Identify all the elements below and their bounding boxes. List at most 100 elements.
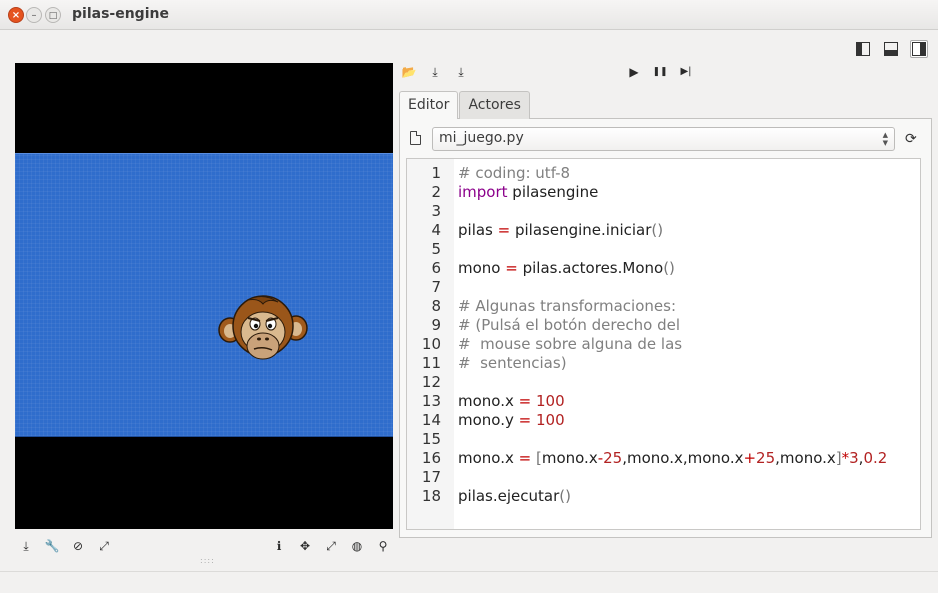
code-line[interactable]: 1 # coding: utf-8	[407, 164, 920, 183]
code-line[interactable]: 11 # sentencias)	[407, 354, 920, 373]
code-line[interactable]: 16 mono.x = [mono.x-25,mono.x,mono.x+25,m…	[407, 449, 920, 468]
code-line[interactable]: 12	[407, 373, 920, 392]
code-line[interactable]: 18 pilas.ejecutar()	[407, 487, 920, 506]
code-token: mono.x	[458, 392, 519, 410]
run-toolbar: ▶ ❚❚ ▶|	[627, 65, 693, 79]
code-token: 100	[535, 392, 565, 410]
disable-icon[interactable]: ⊘	[71, 539, 85, 553]
title-bar: × – □ pilas-engine	[0, 0, 938, 30]
code-token: import	[458, 183, 508, 201]
code-token: mono	[458, 259, 506, 277]
open-folder-icon[interactable]: 📂	[402, 65, 417, 79]
fullscreen-icon[interactable]: ⤢	[97, 539, 111, 553]
code-text: # (Pulsá el botón derecho del	[458, 316, 680, 335]
expand-icon[interactable]: ⤢	[324, 539, 338, 553]
code-token: =	[518, 411, 532, 429]
file-selector-value: mi_juego.py	[439, 130, 524, 146]
code-token: 25	[756, 449, 776, 467]
line-number: 5	[431, 240, 441, 258]
line-number: 14	[421, 411, 441, 429]
code-token: =	[518, 449, 532, 467]
info-icon[interactable]: ℹ	[272, 539, 286, 553]
code-token: # mouse sobre alguna de las	[458, 335, 683, 353]
code-token: ,mono.x	[775, 449, 836, 467]
pause-icon[interactable]: ❚❚	[652, 65, 667, 79]
code-line[interactable]: 4 pilas = pilasengine.iniciar()	[407, 221, 920, 240]
line-number: 10	[421, 335, 441, 353]
tab-editor[interactable]: Editor	[399, 91, 459, 119]
globe-icon[interactable]: ◍	[350, 539, 364, 553]
code-token: # sentencias)	[458, 354, 567, 372]
maximize-window-button[interactable]: □	[45, 7, 61, 23]
file-selector[interactable]: mi_juego.py ▲ ▼	[432, 127, 895, 151]
code-token: ()	[663, 259, 675, 277]
layout-toggle-group	[854, 40, 928, 58]
minimize-window-button[interactable]: –	[26, 7, 42, 23]
layout-bottom-button[interactable]	[882, 40, 900, 58]
code-token: pilasengine.iniciar	[510, 221, 652, 239]
code-text: mono = pilas.actores.Mono()	[458, 259, 675, 278]
code-line[interactable]: 6 mono = pilas.actores.Mono()	[407, 259, 920, 278]
status-bar	[0, 571, 938, 593]
save-as-icon[interactable]: ⤓	[454, 65, 468, 79]
code-line[interactable]: 2 import pilasengine	[407, 183, 920, 202]
code-line[interactable]: 3	[407, 202, 920, 221]
layout-right-panel-icon	[912, 42, 926, 56]
line-number: 1	[431, 164, 441, 182]
file-icon	[410, 131, 421, 145]
code-line[interactable]: 15	[407, 430, 920, 449]
stage-background	[15, 153, 393, 437]
code-line[interactable]: 14 mono.y = 100	[407, 411, 920, 430]
code-line[interactable]: 8 # Algunas transformaciones:	[407, 297, 920, 316]
code-token: =	[518, 392, 532, 410]
code-text: # coding: utf-8	[458, 164, 570, 183]
layout-left-button[interactable]	[854, 40, 872, 58]
code-token: pilas.ejecutar	[458, 487, 560, 505]
code-line[interactable]: 5	[407, 240, 920, 259]
map-pin-icon[interactable]: ⚲	[376, 539, 390, 553]
code-line[interactable]: 17	[407, 468, 920, 487]
canvas-toolbar-left: ⤓ 🔧 ⊘ ⤢	[19, 539, 111, 553]
code-token: 25	[603, 449, 623, 467]
code-editor[interactable]: 1 # coding: utf-8 2 import pilasengine 3 4 pil…	[406, 158, 921, 530]
close-window-button[interactable]: ×	[8, 7, 24, 23]
wrench-icon[interactable]: 🔧	[45, 539, 60, 553]
canvas-toolbar-right: ℹ ✥ ⤢ ◍ ⚲	[272, 539, 390, 553]
splitter-handle[interactable]: ::::	[200, 556, 215, 565]
code-token: pilasengine	[507, 183, 599, 201]
code-token: ,mono.x,mono.x	[622, 449, 744, 467]
code-line[interactable]: 7	[407, 278, 920, 297]
code-token: +	[743, 449, 757, 467]
monkey-actor[interactable]	[218, 294, 308, 366]
line-number: 17	[421, 468, 441, 486]
code-line[interactable]: 10 # mouse sobre alguna de las	[407, 335, 920, 354]
code-line[interactable]: 13 mono.x = 100	[407, 392, 920, 411]
game-canvas[interactable]	[15, 63, 393, 529]
line-number: 9	[431, 316, 441, 334]
move-icon[interactable]: ✥	[298, 539, 312, 553]
editor-tabs: Editor Actores	[399, 91, 531, 119]
code-text: import pilasengine	[458, 183, 598, 202]
code-token: pilas.actores.Mono	[517, 259, 664, 277]
line-number: 7	[431, 278, 441, 296]
code-token: 100	[535, 411, 565, 429]
code-token: # Algunas transformaciones:	[458, 297, 676, 315]
step-icon[interactable]: ▶|	[679, 65, 693, 79]
code-token: mono.x	[541, 449, 598, 467]
play-icon[interactable]: ▶	[627, 65, 641, 79]
save-screenshot-icon[interactable]: ⤓	[19, 539, 33, 553]
code-token: mono.x	[458, 449, 519, 467]
code-token: pilas	[458, 221, 498, 239]
reload-icon[interactable]: ⟳	[905, 131, 917, 147]
line-number: 4	[431, 221, 441, 239]
code-token: ()	[559, 487, 571, 505]
code-area[interactable]: 1 # coding: utf-8 2 import pilasengine 3 4 pil…	[407, 164, 920, 506]
code-text: pilas.ejecutar()	[458, 487, 571, 506]
tab-actores[interactable]: Actores	[459, 91, 530, 119]
code-line[interactable]: 9 # (Pulsá el botón derecho del	[407, 316, 920, 335]
save-icon[interactable]: ⤓	[428, 65, 442, 79]
line-number: 15	[421, 430, 441, 448]
layout-right-button[interactable]	[910, 40, 928, 58]
file-toolbar: 📂 ⤓ ⤓	[402, 65, 468, 79]
line-number: 13	[421, 392, 441, 410]
